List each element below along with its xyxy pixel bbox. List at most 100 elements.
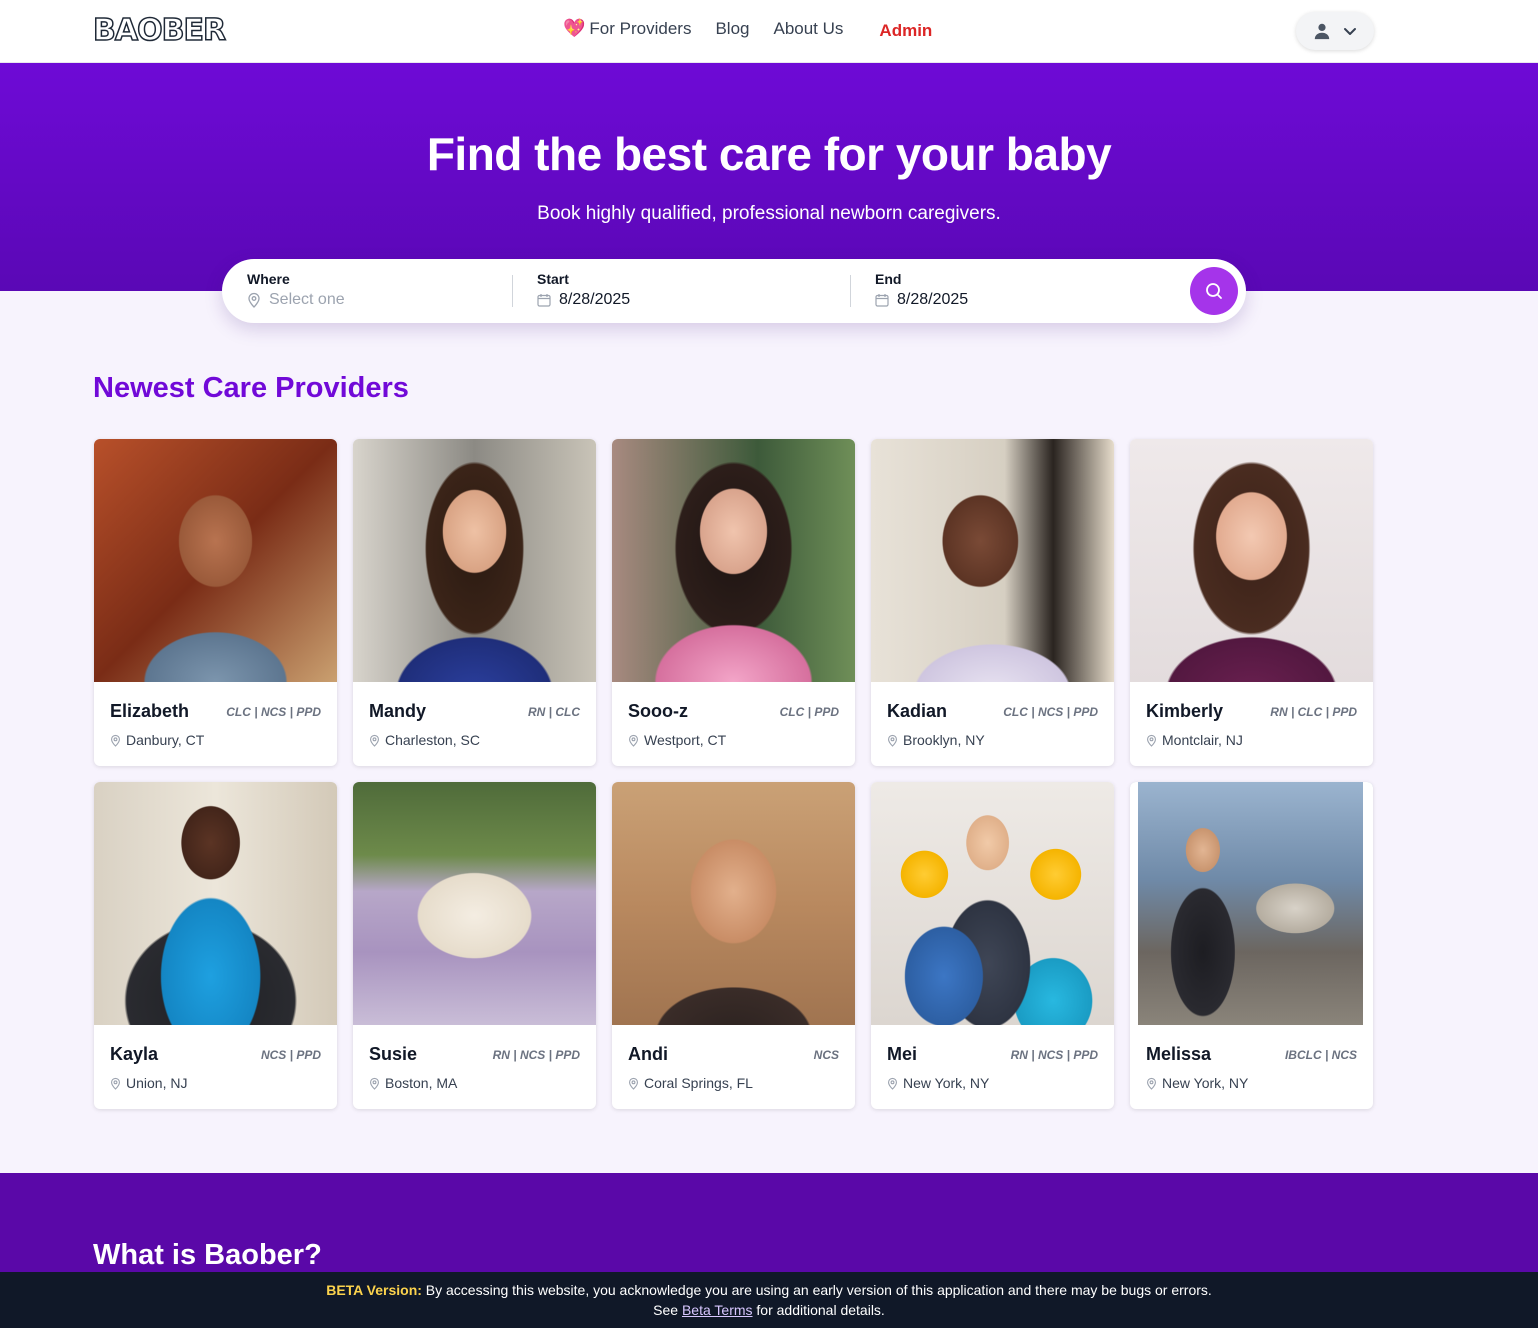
location-pin-icon xyxy=(111,1077,120,1090)
provider-card[interactable]: Kayla NCS | PPD Union, NJ xyxy=(94,782,337,1109)
provider-name: Elizabeth xyxy=(110,701,190,721)
provider-photo xyxy=(871,782,1114,1025)
chevron-down-icon xyxy=(1344,28,1356,35)
provider-location-text: Coral Springs, FL xyxy=(644,1075,753,1091)
where-label: Where xyxy=(247,271,290,287)
provider-location-text: Union, NJ xyxy=(126,1075,188,1091)
provider-location-text: Charleston, SC xyxy=(385,732,480,748)
location-pin-icon xyxy=(1147,734,1156,747)
end-label: End xyxy=(875,271,902,287)
hero-subtitle: Book highly qualified, professional newb… xyxy=(537,203,1001,224)
provider-card[interactable]: Mandy RN | CLC Charleston, SC xyxy=(353,439,596,766)
nav-link-admin[interactable]: Admin xyxy=(879,21,932,41)
beta-text: By accessing this website, you acknowled… xyxy=(425,1282,1212,1298)
provider-card[interactable]: Sooo-z CLC | PPD Westport, CT xyxy=(612,439,855,766)
start-date-field[interactable]: Start 8/28/2025 xyxy=(537,271,827,309)
provider-location-text: New York, NY xyxy=(1162,1075,1249,1091)
provider-credentials: NCS xyxy=(813,1048,839,1062)
provider-location: Coral Springs, FL xyxy=(628,1075,753,1091)
calendar-icon xyxy=(875,294,889,307)
provider-card[interactable]: Elizabeth CLC | NCS | PPD Danbury, CT xyxy=(94,439,337,766)
location-pin-icon xyxy=(629,1077,638,1090)
provider-name: Mandy xyxy=(369,701,427,721)
provider-card[interactable]: Kadian CLC | NCS | PPD Brooklyn, NY xyxy=(871,439,1114,766)
nav-link-about-us[interactable]: About Us xyxy=(773,19,843,39)
provider-photo xyxy=(94,439,337,682)
end-date-value: 8/28/2025 xyxy=(897,291,969,308)
search-bar: Where Select one Start 8/28/2025 End 8/2… xyxy=(222,259,1246,323)
provider-location-text: Danbury, CT xyxy=(126,732,205,748)
provider-card[interactable]: Melissa IBCLC | NCS New York, NY xyxy=(1130,782,1373,1109)
calendar-icon xyxy=(537,294,551,307)
provider-location-text: New York, NY xyxy=(903,1075,990,1091)
provider-location-text: Montclair, NJ xyxy=(1162,732,1243,748)
what-is-title: What is Baober? xyxy=(93,1239,322,1271)
search-divider xyxy=(850,275,851,307)
provider-card[interactable]: Andi NCS Coral Springs, FL xyxy=(612,782,855,1109)
provider-credentials: CLC | PPD xyxy=(779,705,839,719)
where-placeholder: Select one xyxy=(269,291,345,308)
provider-photo xyxy=(1130,439,1373,682)
provider-photo xyxy=(94,782,337,1025)
search-divider xyxy=(512,275,513,307)
provider-credentials: RN | NCS | PPD xyxy=(1010,1048,1098,1062)
provider-credentials: RN | CLC | PPD xyxy=(1270,705,1357,719)
provider-photo xyxy=(1130,782,1373,1025)
location-pin-icon xyxy=(1147,1077,1156,1090)
provider-card[interactable]: Mei RN | NCS | PPD New York, NY xyxy=(871,782,1114,1109)
provider-location-text: Boston, MA xyxy=(385,1075,458,1091)
provider-name: Kayla xyxy=(110,1044,159,1064)
provider-card[interactable]: Susie RN | NCS | PPD Boston, MA xyxy=(353,782,596,1109)
provider-credentials: IBCLC | NCS xyxy=(1284,1048,1357,1062)
section-title-newest-providers: Newest Care Providers xyxy=(93,372,409,404)
provider-name: Andi xyxy=(628,1044,668,1064)
location-pin-icon xyxy=(248,292,260,308)
nav-link-for-providers[interactable]: 💖 For Providers xyxy=(563,18,691,39)
provider-card[interactable]: Kimberly RN | CLC | PPD Montclair, NJ xyxy=(1130,439,1373,766)
beta-after: for additional details. xyxy=(756,1302,885,1318)
provider-photo xyxy=(612,782,855,1025)
provider-name: Mei xyxy=(887,1044,918,1064)
provider-photo xyxy=(871,439,1114,682)
provider-location: Westport, CT xyxy=(628,732,726,748)
user-icon xyxy=(1314,23,1330,40)
provider-credentials: CLC | NCS | PPD xyxy=(1003,705,1098,719)
provider-name: Kimberly xyxy=(1146,701,1224,721)
location-pin-icon xyxy=(888,734,897,747)
end-date-field[interactable]: End 8/28/2025 xyxy=(875,271,1165,309)
provider-credentials: NCS | PPD xyxy=(260,1048,321,1062)
provider-photo xyxy=(353,782,596,1025)
start-label: Start xyxy=(537,271,569,287)
search-button[interactable] xyxy=(1190,267,1238,315)
provider-location: Brooklyn, NY xyxy=(887,732,985,748)
provider-credentials: RN | CLC xyxy=(527,705,580,719)
provider-location: New York, NY xyxy=(887,1075,989,1091)
provider-name: Susie xyxy=(369,1044,418,1064)
nav-link-label: For Providers xyxy=(589,18,692,38)
where-field[interactable]: Where Select one xyxy=(247,271,507,309)
provider-photo xyxy=(612,439,855,682)
provider-name: Melissa xyxy=(1146,1044,1212,1064)
provider-location: Danbury, CT xyxy=(110,732,204,748)
location-pin-icon xyxy=(629,734,638,747)
beta-tag: BETA Version: xyxy=(326,1282,422,1298)
provider-location-text: Westport, CT xyxy=(644,732,727,748)
provider-location: Union, NJ xyxy=(110,1075,187,1091)
provider-name: Sooo-z xyxy=(628,701,688,721)
beta-terms-link[interactable]: Beta Terms xyxy=(682,1302,753,1318)
beta-see: See xyxy=(653,1302,679,1318)
heart-icon: 💖 xyxy=(563,18,586,38)
provider-location: Montclair, NJ xyxy=(1146,732,1243,748)
user-menu-button[interactable] xyxy=(1296,12,1374,50)
start-date-value: 8/28/2025 xyxy=(559,291,631,308)
location-pin-icon xyxy=(370,734,379,747)
provider-photo xyxy=(353,439,596,682)
provider-name: Kadian xyxy=(887,701,948,721)
beta-banner: BETA Version: By accessing this website,… xyxy=(0,1272,1538,1328)
hero-banner: Find the best care for your baby Book hi… xyxy=(0,63,1538,291)
logo[interactable]: BAOBER xyxy=(92,13,227,49)
nav-link-blog[interactable]: Blog xyxy=(715,19,749,39)
provider-location: New York, NY xyxy=(1146,1075,1248,1091)
provider-location: Charleston, SC xyxy=(369,732,480,748)
hero-title: Find the best care for your baby xyxy=(426,128,1112,180)
